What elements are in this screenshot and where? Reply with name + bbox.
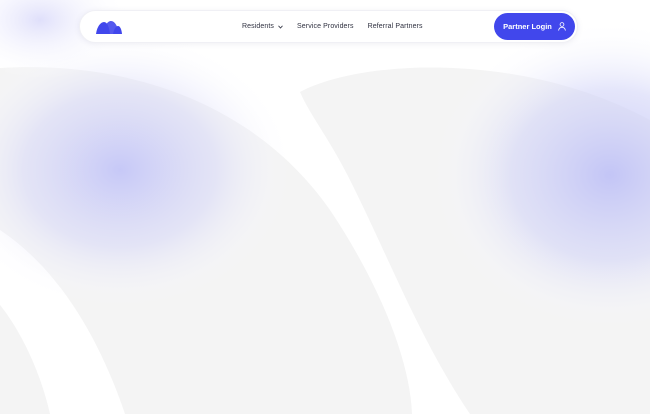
nav-item-service-providers[interactable]: Service Providers <box>297 23 354 30</box>
nav-item-referral-partners[interactable]: Referral Partners <box>368 23 423 30</box>
hero-background <box>0 0 650 414</box>
landing-page: Residents Service Providers Referral Par… <box>0 0 650 414</box>
top-navbar: Residents Service Providers Referral Par… <box>79 10 578 43</box>
nav-item-referral-partners-label: Referral Partners <box>367 23 423 30</box>
nav-item-residents[interactable]: Residents <box>242 23 283 30</box>
nav-item-service-providers-label: Service Providers <box>297 23 354 30</box>
partner-login-button[interactable]: Partner Login <box>494 13 575 40</box>
user-icon <box>558 22 566 31</box>
hill-shape-bottom-left <box>0 305 50 414</box>
wave-logo-icon[interactable] <box>96 20 122 34</box>
partner-login-label: Partner Login <box>503 22 552 31</box>
nav-item-residents-label: Residents <box>242 23 275 30</box>
chevron-down-icon <box>278 25 283 29</box>
nav-links: Residents Service Providers Referral Par… <box>242 11 423 42</box>
